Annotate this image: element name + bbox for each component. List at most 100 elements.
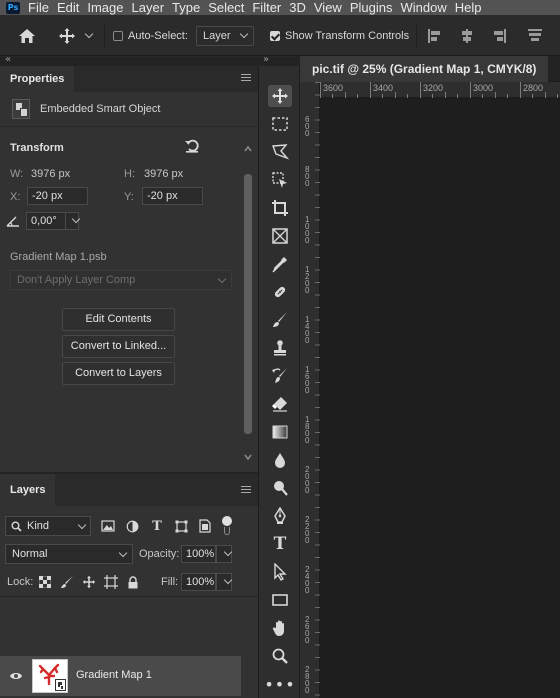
menu-3d[interactable]: 3D bbox=[285, 0, 310, 15]
eraser-tool[interactable] bbox=[268, 393, 292, 415]
panel-menu-icon[interactable] bbox=[241, 74, 251, 82]
align-top-edges-icon[interactable] bbox=[528, 28, 542, 43]
filter-pixel-button[interactable] bbox=[100, 518, 116, 534]
menu-edit[interactable]: Edit bbox=[53, 0, 83, 15]
tab-properties[interactable]: Properties bbox=[0, 66, 75, 92]
auto-select-target-dropdown[interactable]: Layer bbox=[196, 25, 254, 46]
document-tab[interactable]: pic.tif @ 25% (Gradient Map 1, CMYK/8) bbox=[300, 56, 549, 82]
properties-scrollbar[interactable] bbox=[242, 146, 254, 468]
crop-icon bbox=[272, 200, 288, 216]
convert-to-linked-button[interactable]: Convert to Linked... bbox=[62, 335, 175, 358]
filter-kind-dropdown[interactable]: Kind bbox=[5, 516, 91, 536]
ruler-label: 3600 bbox=[323, 83, 344, 93]
menu-help[interactable]: Help bbox=[451, 0, 486, 15]
rectangle-tool[interactable] bbox=[268, 589, 292, 611]
fill-field[interactable]: 100% bbox=[181, 573, 216, 591]
lasso-tool[interactable] bbox=[268, 141, 292, 163]
angle-field[interactable]: 0,00° bbox=[26, 212, 66, 230]
blur-tool[interactable] bbox=[268, 449, 292, 471]
zoom-tool[interactable] bbox=[268, 645, 292, 667]
menu-window[interactable]: Window bbox=[396, 0, 450, 15]
filter-adjustment-button[interactable] bbox=[124, 518, 140, 534]
frame-tool[interactable] bbox=[268, 225, 292, 247]
layer-row[interactable]: Gradient Map 1 bbox=[0, 656, 241, 696]
fill-dropdown[interactable] bbox=[216, 573, 233, 591]
menu-type[interactable]: Type bbox=[168, 0, 204, 15]
edit-contents-button[interactable]: Edit Contents bbox=[62, 308, 175, 331]
collapse-toolbar-icon[interactable]: » bbox=[263, 54, 269, 65]
canvas[interactable] bbox=[320, 98, 560, 698]
photoshop-logo: Ps bbox=[6, 1, 20, 14]
water-drop-icon bbox=[275, 453, 285, 468]
horizontal-ruler[interactable]: 3600 3400 3200 3000 2800 bbox=[320, 82, 560, 98]
opacity-field[interactable]: 100% bbox=[181, 545, 216, 563]
healing-brush-tool[interactable] bbox=[268, 281, 292, 303]
filter-shape-button[interactable] bbox=[173, 518, 189, 534]
pen-tool[interactable] bbox=[268, 505, 292, 527]
vertical-ruler[interactable]: 600 800 1000 1200 1400 1600 1800 2000 2200 2400 26… bbox=[300, 82, 320, 698]
clone-stamp-tool[interactable] bbox=[268, 337, 292, 359]
y-position-field[interactable]: -20 px bbox=[142, 187, 203, 205]
move-icon bbox=[82, 575, 96, 589]
bandage-icon bbox=[274, 286, 286, 298]
chevron-down-icon bbox=[84, 29, 94, 39]
menu-file[interactable]: File bbox=[24, 0, 53, 15]
menu-view[interactable]: View bbox=[310, 0, 346, 15]
scroll-up-icon[interactable] bbox=[244, 146, 252, 152]
more-tools-button[interactable]: ••• bbox=[264, 673, 294, 695]
dodge-tool[interactable] bbox=[268, 477, 292, 499]
panel-menu-icon[interactable] bbox=[241, 486, 251, 494]
lock-transparent-pixels-button[interactable] bbox=[37, 574, 53, 590]
gradient-tool[interactable] bbox=[268, 421, 292, 443]
history-brush-tool[interactable] bbox=[268, 365, 292, 387]
home-button[interactable] bbox=[14, 15, 40, 56]
path-selection-tool[interactable] bbox=[268, 561, 292, 583]
move-tool[interactable] bbox=[268, 85, 292, 107]
tool-preset-picker[interactable] bbox=[58, 15, 98, 56]
filter-type-button[interactable]: T bbox=[149, 518, 165, 534]
ruler-label: 1800 bbox=[305, 415, 310, 445]
smart-object-icon bbox=[199, 519, 211, 533]
arrow-pointer-icon bbox=[274, 563, 287, 581]
hand-tool[interactable] bbox=[268, 617, 292, 639]
filter-toggle-switch[interactable] bbox=[222, 516, 232, 536]
lock-artboard-button[interactable] bbox=[103, 574, 119, 590]
history-brush-icon bbox=[272, 368, 287, 383]
brush-tool[interactable] bbox=[268, 309, 292, 331]
gradient-icon bbox=[272, 425, 288, 439]
object-selection-tool[interactable] bbox=[268, 169, 292, 191]
crop-tool[interactable] bbox=[268, 197, 292, 219]
opacity-dropdown[interactable] bbox=[216, 545, 233, 563]
marquee-tool[interactable] bbox=[268, 113, 292, 135]
ruler-label: 2400 bbox=[305, 565, 310, 595]
reset-transform-icon[interactable] bbox=[184, 139, 200, 153]
lock-position-button[interactable] bbox=[81, 574, 97, 590]
filter-smart-object-button[interactable] bbox=[197, 518, 213, 534]
visibility-eye-icon[interactable] bbox=[9, 671, 23, 681]
menu-select[interactable]: Select bbox=[204, 0, 248, 15]
convert-to-layers-button[interactable]: Convert to Layers bbox=[62, 362, 175, 385]
scroll-down-icon[interactable] bbox=[244, 454, 252, 460]
collapse-left-icon[interactable]: « bbox=[5, 54, 11, 65]
menu-image[interactable]: Image bbox=[83, 0, 127, 15]
show-transform-checkbox[interactable]: Show Transform Controls bbox=[270, 15, 409, 56]
layer-comp-dropdown[interactable]: Don't Apply Layer Comp bbox=[10, 270, 232, 290]
align-left-edges-icon[interactable] bbox=[428, 28, 442, 43]
auto-select-check[interactable] bbox=[113, 30, 123, 41]
angle-dropdown[interactable] bbox=[65, 212, 81, 230]
eyedropper-tool[interactable] bbox=[268, 253, 292, 275]
menu-plugins[interactable]: Plugins bbox=[346, 0, 397, 15]
type-tool[interactable]: T bbox=[268, 533, 292, 555]
lock-image-pixels-button[interactable] bbox=[59, 574, 75, 590]
tab-layers[interactable]: Layers bbox=[0, 474, 56, 506]
show-transform-check[interactable] bbox=[270, 30, 280, 41]
x-position-field[interactable]: -20 px bbox=[27, 187, 88, 205]
scrollbar-thumb[interactable] bbox=[244, 174, 252, 434]
auto-select-checkbox[interactable]: Auto-Select: bbox=[113, 15, 188, 56]
align-right-edges-icon[interactable] bbox=[492, 28, 506, 43]
menu-filter[interactable]: Filter bbox=[248, 0, 285, 15]
blend-mode-dropdown[interactable]: Normal bbox=[5, 544, 133, 564]
menu-layer[interactable]: Layer bbox=[128, 0, 169, 15]
align-horizontal-centers-icon[interactable] bbox=[460, 28, 474, 43]
lock-all-button[interactable] bbox=[125, 574, 141, 590]
